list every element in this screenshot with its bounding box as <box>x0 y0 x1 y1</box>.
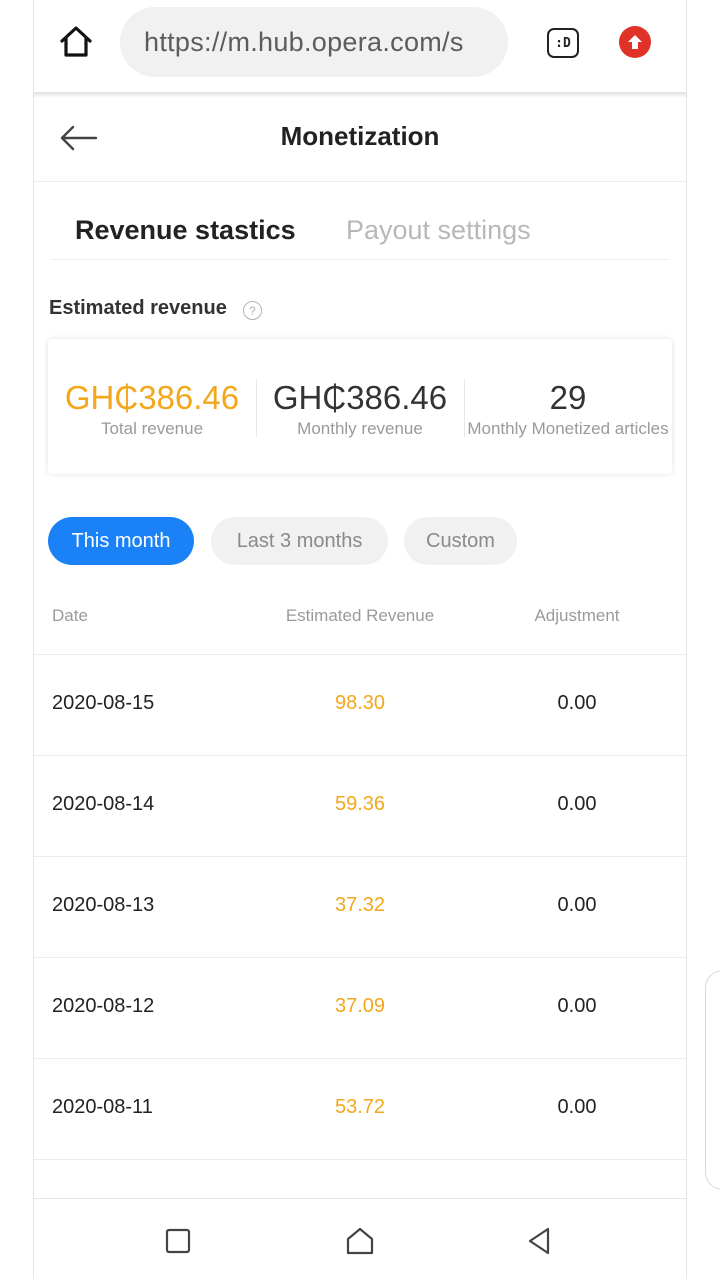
column-header-date: Date <box>52 606 88 625</box>
total-revenue-value: GH₵386.46 <box>64 379 240 416</box>
table-row: 2020-08-13 37.32 0.00 <box>34 857 686 958</box>
table-row: 2020-08-15 98.30 0.00 <box>34 655 686 756</box>
system-home-button[interactable] <box>340 1221 380 1261</box>
browser-toolbar: https://m.hub.opera.com/s :D <box>34 0 686 92</box>
monthly-revenue-stat: GH₵386.46 Monthly revenue <box>256 339 464 474</box>
row-revenue: 98.30 <box>334 692 386 714</box>
address-bar[interactable]: https://m.hub.opera.com/s <box>120 7 508 77</box>
monthly-revenue-caption: Monthly revenue <box>297 419 423 438</box>
edge-panel-handle[interactable] <box>705 970 720 1190</box>
table-row: 2020-08-12 37.09 0.00 <box>34 958 686 1059</box>
row-adjustment: 0.00 <box>557 692 597 714</box>
tabs-icon[interactable]: :D <box>547 28 579 58</box>
upload-icon <box>628 35 642 49</box>
row-revenue: 37.09 <box>334 995 386 1017</box>
monetized-articles-value: 29 <box>549 379 587 416</box>
tab-payout-settings[interactable]: Payout settings <box>346 215 531 246</box>
row-adjustment: 0.00 <box>557 793 597 815</box>
recent-apps-button[interactable] <box>158 1221 198 1261</box>
monetized-articles-caption: Monthly Monetized articles <box>467 419 669 438</box>
page-header: Monetization <box>34 98 686 182</box>
system-back-button[interactable] <box>520 1221 560 1261</box>
screen: https://m.hub.opera.com/s :D Monetizatio… <box>0 0 720 1279</box>
table-row: 2020-08-11 53.72 0.00 <box>34 1059 686 1160</box>
browser-home-button[interactable] <box>56 22 96 62</box>
tab-revenue-statistics[interactable]: Revenue stastics <box>75 215 296 246</box>
row-date: 2020-08-13 <box>52 894 155 916</box>
row-revenue: 53.72 <box>334 1096 386 1118</box>
section-tabs: Revenue stastics Payout settings <box>50 206 670 260</box>
row-revenue: 59.36 <box>334 793 386 815</box>
row-date: 2020-08-15 <box>52 692 155 714</box>
upload-button[interactable] <box>619 26 651 58</box>
estimated-revenue-label: Estimated revenue <box>49 297 227 319</box>
row-date: 2020-08-11 <box>52 1096 153 1118</box>
filter-this-month[interactable]: This month <box>48 517 194 565</box>
total-revenue-caption: Total revenue <box>100 419 204 438</box>
row-date: 2020-08-14 <box>52 793 155 815</box>
nav-home-icon <box>346 1227 374 1255</box>
column-header-estimated-revenue: Estimated Revenue <box>285 606 435 625</box>
home-icon <box>60 26 92 57</box>
row-date: 2020-08-12 <box>52 995 155 1017</box>
row-adjustment: 0.00 <box>557 1096 597 1118</box>
row-revenue: 37.32 <box>334 894 386 916</box>
help-icon[interactable]: ? <box>243 301 262 320</box>
filter-last-3-months[interactable]: Last 3 months <box>211 517 388 565</box>
row-adjustment: 0.00 <box>557 995 597 1017</box>
revenue-summary-card: GH₵386.46 Total revenue GH₵386.46 Monthl… <box>48 339 672 474</box>
monetized-articles-stat: 29 Monthly Monetized articles <box>464 339 672 474</box>
address-bar-url: https://m.hub.opera.com/s <box>144 27 464 57</box>
system-navigation-bar <box>34 1198 686 1279</box>
page-title: Monetization <box>280 121 440 151</box>
nav-back-icon <box>528 1227 550 1255</box>
recent-apps-icon <box>165 1228 191 1254</box>
filter-custom[interactable]: Custom <box>404 517 517 565</box>
column-header-adjustment: Adjustment <box>534 606 620 625</box>
table-row: 2020-08-14 59.36 0.00 <box>34 756 686 857</box>
screen-edge-right <box>686 0 687 1279</box>
total-revenue-stat: GH₵386.46 Total revenue <box>48 339 256 474</box>
row-adjustment: 0.00 <box>557 894 597 916</box>
monthly-revenue-value: GH₵386.46 <box>272 379 448 416</box>
